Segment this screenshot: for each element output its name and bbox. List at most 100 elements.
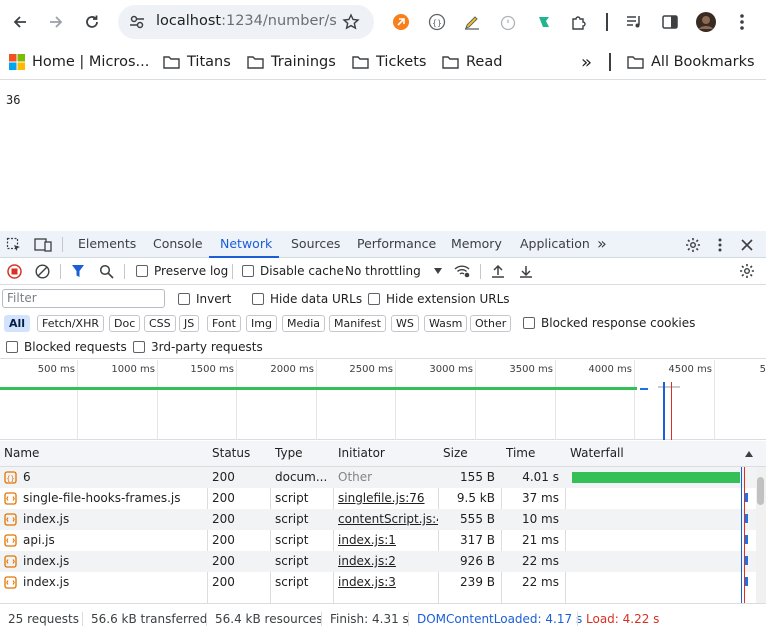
vertical-scrollbar[interactable] bbox=[756, 467, 766, 603]
initiator-link[interactable]: singlefile.js:76 bbox=[334, 488, 438, 509]
hide-extension-urls-checkbox[interactable]: Hide extension URLs bbox=[368, 292, 510, 306]
table-row[interactable]: single-file-hooks-frames.js 200 script s… bbox=[0, 488, 766, 509]
bookmark-trainings[interactable]: Trainings bbox=[247, 50, 336, 74]
clear-icon[interactable] bbox=[34, 263, 50, 279]
devtools-menu-icon[interactable] bbox=[712, 236, 728, 254]
column-header-type[interactable]: Type bbox=[271, 441, 303, 467]
initiator-link[interactable]: contentScript.js:4 bbox=[334, 509, 438, 530]
search-icon[interactable] bbox=[98, 263, 114, 279]
initiator-link[interactable]: index.js:3 bbox=[334, 572, 438, 593]
third-party-requests-checkbox[interactable]: 3rd-party requests bbox=[133, 340, 263, 354]
checkbox-box[interactable] bbox=[242, 265, 254, 277]
type-filter-doc[interactable]: Doc bbox=[109, 315, 141, 332]
throttling-select[interactable]: No throttling bbox=[345, 264, 443, 278]
export-har-icon[interactable] bbox=[518, 263, 534, 279]
request-name-cell: {} 6 bbox=[0, 467, 207, 488]
bookmark-titans[interactable]: Titans bbox=[163, 50, 231, 74]
bookmark-star-icon[interactable] bbox=[342, 13, 360, 31]
tab-elements[interactable]: Elements bbox=[78, 231, 136, 258]
tab-application[interactable]: Application bbox=[520, 231, 590, 258]
table-row[interactable]: api.js 200 script index.js:1 317 B 21 ms bbox=[0, 530, 766, 551]
extension-timer-icon[interactable] bbox=[494, 8, 522, 36]
forward-icon[interactable] bbox=[42, 8, 70, 36]
close-devtools-icon[interactable] bbox=[738, 236, 756, 254]
checkbox-box[interactable] bbox=[133, 341, 145, 353]
type-filter-css[interactable]: CSS bbox=[144, 315, 176, 332]
checkbox-box[interactable] bbox=[368, 293, 380, 305]
invert-checkbox[interactable]: Invert bbox=[178, 292, 231, 306]
type-filter-js[interactable]: JS bbox=[179, 315, 200, 332]
sort-ascending-icon[interactable] bbox=[744, 450, 754, 458]
type-filter-fetch-xhr[interactable]: Fetch/XHR bbox=[37, 315, 104, 332]
bookmark-read[interactable]: Read bbox=[442, 50, 502, 74]
time-cell: 4.01 s bbox=[522, 470, 559, 484]
filter-input[interactable]: Filter bbox=[2, 289, 165, 308]
browser-menu-icon[interactable] bbox=[728, 8, 756, 36]
column-header-status[interactable]: Status bbox=[208, 441, 250, 467]
tab-network[interactable]: Network bbox=[220, 231, 272, 258]
type-filter-all[interactable]: All bbox=[4, 315, 31, 332]
extension-highlighter-icon[interactable] bbox=[458, 8, 486, 36]
blocked-requests-checkbox[interactable]: Blocked requests bbox=[6, 340, 127, 354]
record-stop-icon[interactable] bbox=[6, 263, 22, 279]
disable-cache-checkbox[interactable]: Disable cache bbox=[242, 264, 344, 278]
type-filter-font[interactable]: Font bbox=[207, 315, 241, 332]
column-header-name[interactable]: Name bbox=[0, 441, 39, 467]
bookmark-home-microsoft[interactable]: Home | Micros... bbox=[9, 50, 149, 74]
import-har-icon[interactable] bbox=[490, 263, 506, 279]
type-filter-ws[interactable]: WS bbox=[391, 315, 419, 332]
extension-brackets-icon[interactable]: {} bbox=[423, 8, 451, 36]
checkbox-box[interactable] bbox=[178, 293, 190, 305]
scrollbar-thumb[interactable] bbox=[757, 477, 764, 505]
device-toolbar-icon[interactable] bbox=[33, 236, 53, 254]
preserve-log-checkbox[interactable]: Preserve log bbox=[136, 264, 228, 278]
side-panel-icon[interactable] bbox=[656, 8, 684, 36]
extension-orange-icon[interactable] bbox=[387, 8, 415, 36]
tab-memory[interactable]: Memory bbox=[451, 231, 502, 258]
table-row-partial[interactable] bbox=[0, 593, 766, 603]
blocked-response-cookies-checkbox[interactable]: Blocked response cookies bbox=[523, 316, 695, 330]
table-row[interactable]: {} 6 200 docum... Other 155 B 4.01 s bbox=[0, 467, 766, 488]
column-header-time[interactable]: Time bbox=[502, 441, 535, 467]
column-header-initiator[interactable]: Initiator bbox=[334, 441, 385, 467]
all-bookmarks-button[interactable]: All Bookmarks bbox=[627, 50, 755, 74]
type-filter-manifest[interactable]: Manifest bbox=[329, 315, 386, 332]
type-filter-media[interactable]: Media bbox=[282, 315, 326, 332]
tab-performance[interactable]: Performance bbox=[357, 231, 436, 258]
network-overview-timeline[interactable]: 500 ms 1000 ms 1500 ms 2000 ms 2500 ms 3… bbox=[0, 360, 766, 440]
bookmark-tickets[interactable]: Tickets bbox=[352, 50, 426, 74]
devtools-tab-bar: Elements Console Network Sources Perform… bbox=[0, 231, 766, 258]
checkbox-box[interactable] bbox=[252, 293, 264, 305]
checkbox-box[interactable] bbox=[6, 341, 18, 353]
tab-console[interactable]: Console bbox=[153, 231, 203, 258]
column-header-size[interactable]: Size bbox=[439, 441, 468, 467]
profile-avatar[interactable] bbox=[692, 8, 720, 36]
initiator-link[interactable]: index.js:2 bbox=[334, 551, 438, 572]
type-filter-other[interactable]: Other bbox=[470, 315, 512, 332]
column-header-waterfall[interactable]: Waterfall bbox=[566, 441, 624, 467]
site-info-icon[interactable] bbox=[128, 13, 146, 31]
tab-sources[interactable]: Sources bbox=[291, 231, 340, 258]
table-row[interactable]: index.js 200 script index.js:2 926 B 22 … bbox=[0, 551, 766, 572]
table-row[interactable]: index.js 200 script index.js:3 239 B 22 … bbox=[0, 572, 766, 593]
media-queue-icon[interactable] bbox=[620, 8, 648, 36]
checkbox-box[interactable] bbox=[523, 317, 535, 329]
network-conditions-icon[interactable] bbox=[453, 263, 471, 279]
extension-green-icon[interactable] bbox=[530, 8, 558, 36]
filter-funnel-icon[interactable] bbox=[70, 263, 86, 279]
network-settings-gear-icon[interactable] bbox=[738, 263, 756, 279]
table-row[interactable]: index.js 200 script contentScript.js:4 5… bbox=[0, 509, 766, 530]
more-tabs-button[interactable]: » bbox=[597, 231, 607, 258]
type-filter-img[interactable]: Img bbox=[246, 315, 277, 332]
settings-gear-icon[interactable] bbox=[684, 236, 702, 254]
initiator-link[interactable]: index.js:1 bbox=[334, 530, 438, 551]
reload-icon[interactable] bbox=[78, 8, 106, 36]
address-bar[interactable]: localhost:1234/number/sq... bbox=[118, 5, 374, 39]
back-icon[interactable] bbox=[6, 8, 34, 36]
inspect-element-icon[interactable] bbox=[5, 236, 23, 254]
checkbox-box[interactable] bbox=[136, 265, 148, 277]
hide-data-urls-checkbox[interactable]: Hide data URLs bbox=[252, 292, 362, 306]
type-filter-wasm[interactable]: Wasm bbox=[424, 315, 468, 332]
bookmarks-overflow-button[interactable]: » bbox=[581, 50, 592, 74]
extensions-puzzle-icon[interactable] bbox=[565, 8, 593, 36]
